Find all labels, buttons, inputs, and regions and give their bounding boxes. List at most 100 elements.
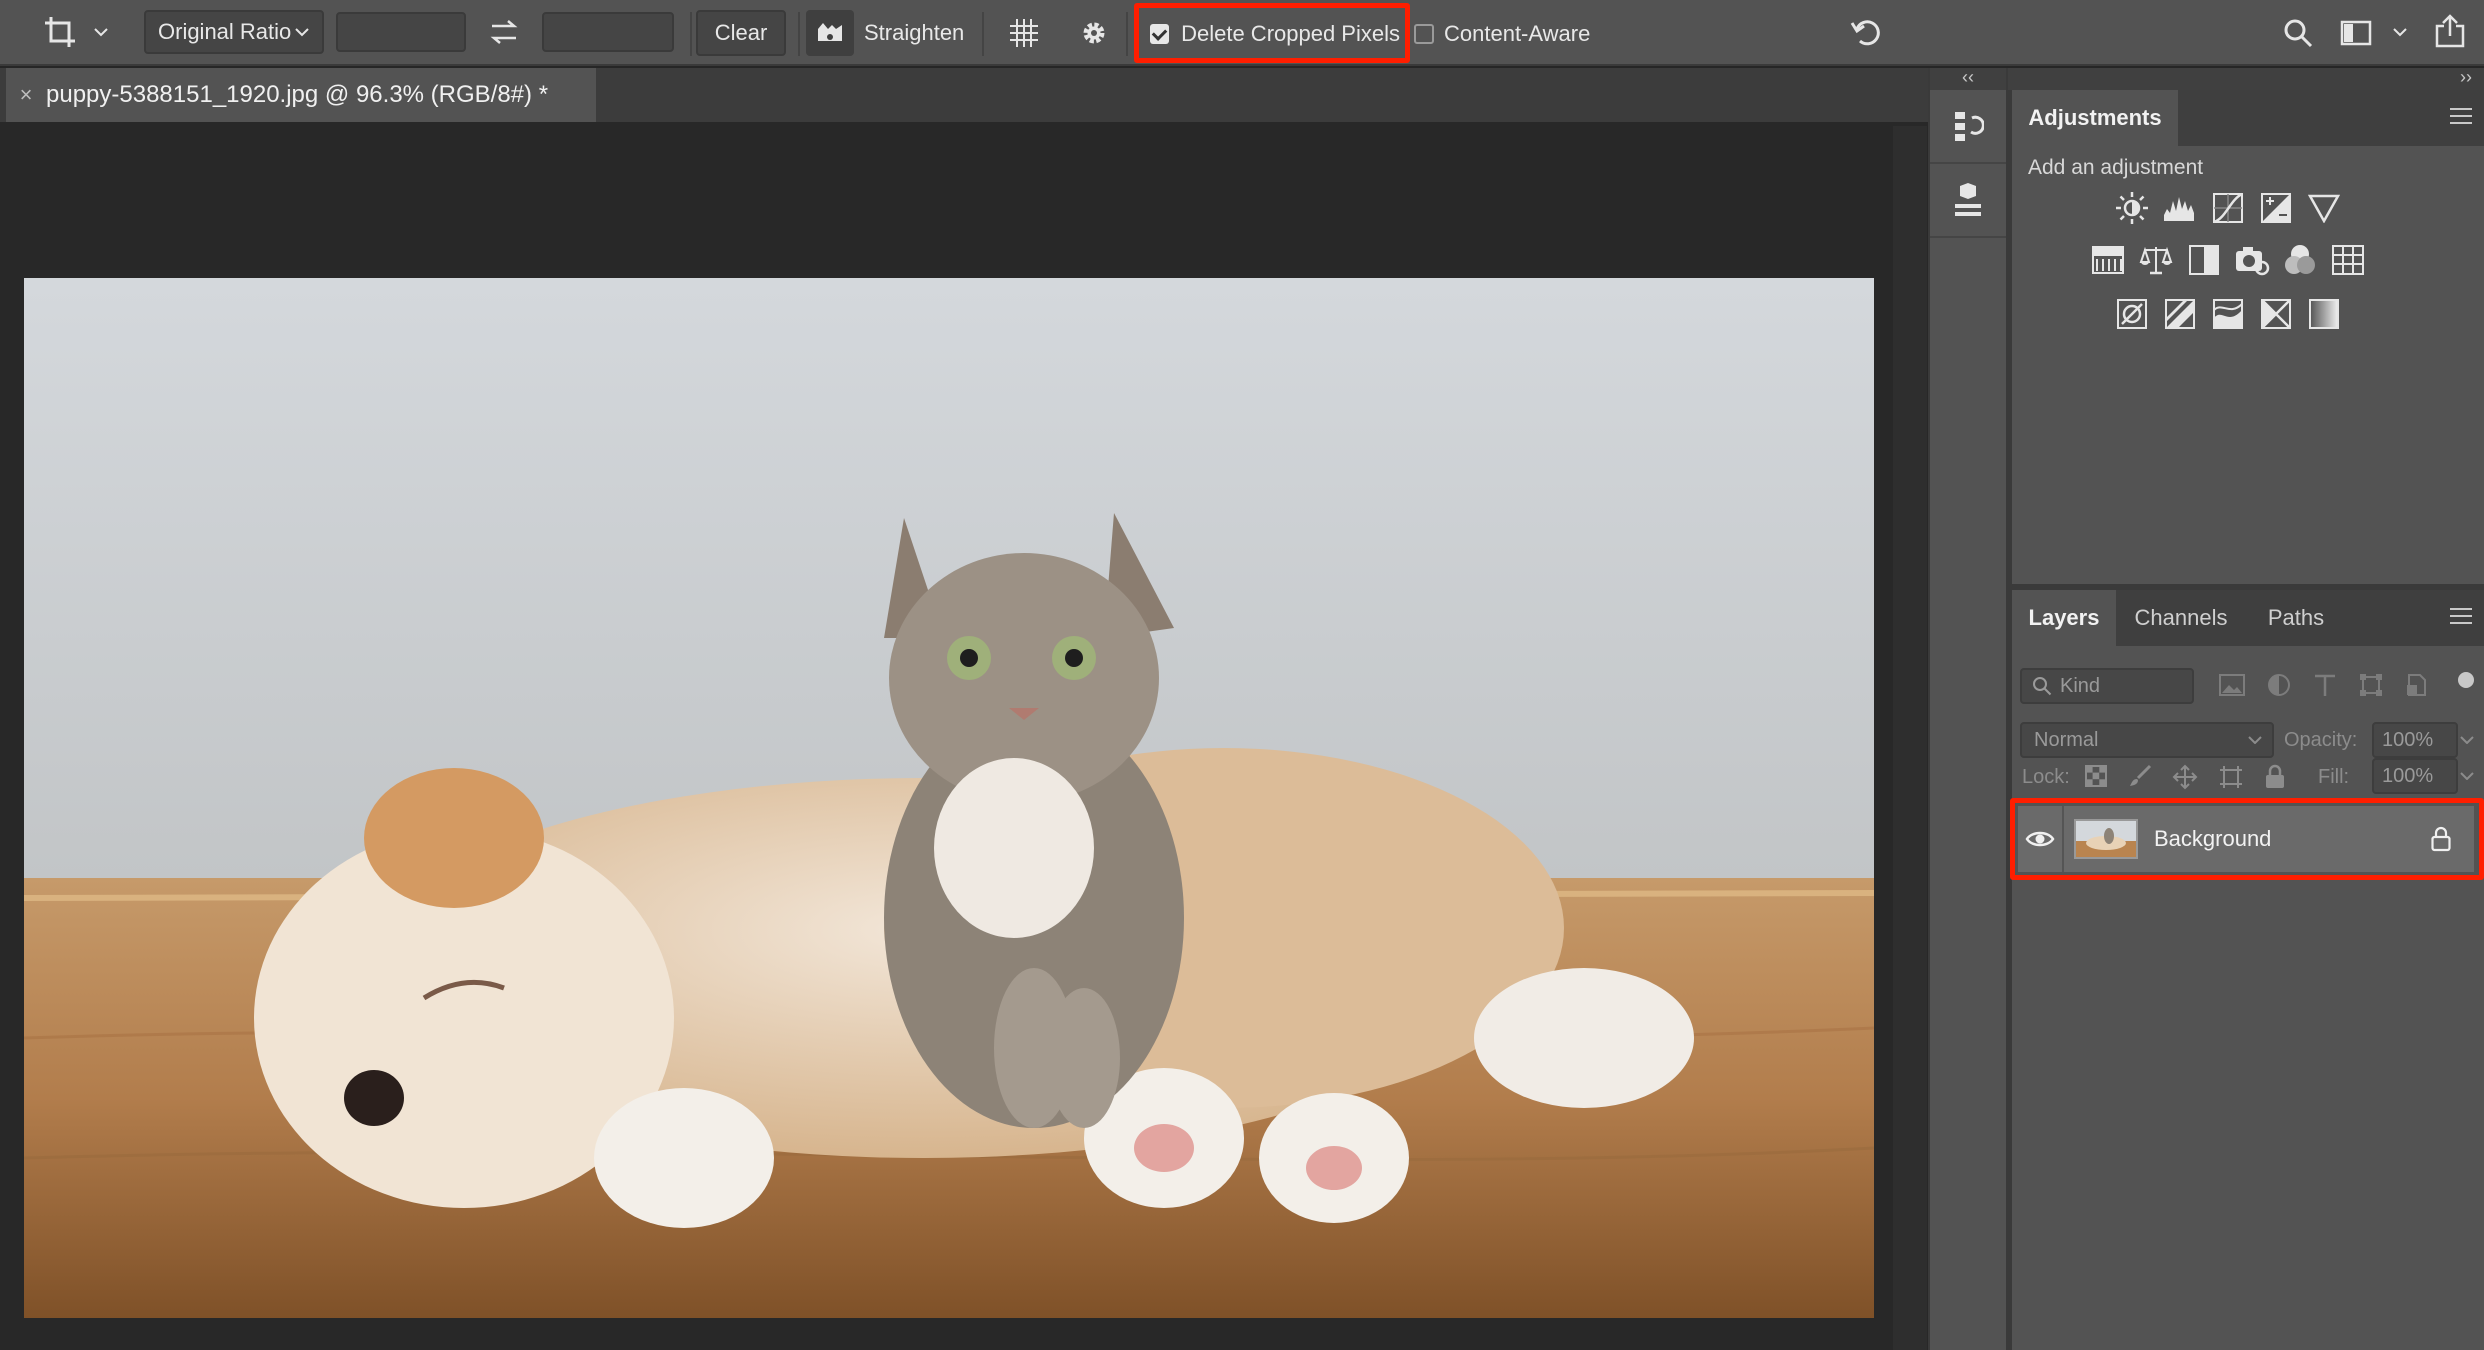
opacity-value: 100% bbox=[2382, 728, 2434, 751]
workspace-icon[interactable] bbox=[2336, 14, 2376, 52]
eye-icon[interactable] bbox=[2018, 806, 2064, 872]
checkbox-unchecked-icon bbox=[1414, 24, 1434, 44]
curves-icon[interactable] bbox=[2204, 184, 2252, 232]
brightness-contrast-icon[interactable] bbox=[2108, 184, 2156, 232]
panel-menu-icon[interactable] bbox=[2450, 108, 2472, 126]
layer-filter-value: Kind bbox=[2060, 674, 2101, 697]
ratio-select[interactable]: Original Ratio bbox=[144, 10, 324, 54]
threshold-icon[interactable] bbox=[2204, 290, 2252, 338]
lock-artboard-icon[interactable] bbox=[2218, 764, 2244, 790]
document-tab-bar: × puppy-5388151_1920.jpg @ 96.3% (RGB/8#… bbox=[0, 68, 1928, 122]
smart-object-filter-icon[interactable] bbox=[2404, 672, 2430, 698]
hue-saturation-icon[interactable] bbox=[2084, 236, 2132, 284]
layers-tab-bar: Layers Channels Paths bbox=[2012, 590, 2484, 646]
adjustment-row-1 bbox=[2108, 184, 2348, 232]
close-tab-icon[interactable]: × bbox=[6, 82, 46, 108]
lock-icon[interactable] bbox=[2430, 826, 2452, 852]
panel-icon-strip: ‹‹ bbox=[1928, 68, 2008, 1350]
pixel-layer-filter-icon[interactable] bbox=[2218, 672, 2246, 698]
gradient-map-icon[interactable] bbox=[2300, 290, 2348, 338]
ratio-select-value: Original Ratio bbox=[158, 19, 292, 44]
workspace-chevron-icon[interactable] bbox=[2388, 20, 2412, 44]
content-aware-label: Content-Aware bbox=[1444, 21, 1591, 46]
blend-mode-select[interactable]: Normal bbox=[2020, 722, 2274, 758]
checkbox-checked-icon bbox=[1150, 24, 1170, 44]
layer-filter-select[interactable]: Kind bbox=[2020, 668, 2194, 704]
divider bbox=[798, 12, 800, 56]
selective-color-icon[interactable] bbox=[2252, 290, 2300, 338]
blend-mode-value: Normal bbox=[2034, 728, 2099, 751]
shape-layer-filter-icon[interactable] bbox=[2358, 672, 2384, 698]
adjustments-panel: Adjustments Add an adjustment bbox=[2012, 90, 2484, 584]
panel-menu-icon[interactable] bbox=[2450, 608, 2472, 626]
height-input[interactable] bbox=[542, 12, 674, 52]
divider bbox=[982, 12, 984, 56]
document-tab[interactable]: × puppy-5388151_1920.jpg @ 96.3% (RGB/8#… bbox=[6, 68, 596, 122]
document-title: puppy-5388151_1920.jpg @ 96.3% (RGB/8#) … bbox=[46, 81, 549, 108]
tab-channels[interactable]: Channels bbox=[2116, 590, 2246, 646]
crop-icon[interactable] bbox=[40, 14, 80, 50]
type-layer-filter-icon[interactable] bbox=[2312, 672, 2338, 698]
tab-adjustments[interactable]: Adjustments bbox=[2012, 90, 2178, 146]
tab-layers[interactable]: Layers bbox=[2012, 590, 2116, 646]
chevron-down-icon bbox=[2248, 736, 2262, 744]
black-white-icon[interactable] bbox=[2180, 236, 2228, 284]
exposure-icon[interactable] bbox=[2252, 184, 2300, 232]
color-balance-icon[interactable] bbox=[2132, 236, 2180, 284]
collapse-left-button[interactable]: ‹‹ bbox=[1930, 68, 2006, 90]
chevron-down-icon[interactable] bbox=[2460, 736, 2474, 744]
history-panel-icon[interactable] bbox=[1930, 90, 2006, 164]
divider bbox=[690, 12, 692, 56]
channel-mixer-icon[interactable] bbox=[2276, 236, 2324, 284]
vibrance-icon[interactable] bbox=[2300, 184, 2348, 232]
width-input[interactable] bbox=[336, 12, 466, 52]
lock-pixels-icon[interactable] bbox=[2128, 764, 2152, 788]
adjustment-row-3 bbox=[2108, 290, 2348, 338]
search-icon bbox=[2033, 677, 2052, 696]
layer-filter-icons bbox=[2218, 672, 2430, 698]
filter-toggle-icon[interactable] bbox=[2458, 672, 2474, 688]
divider bbox=[1126, 12, 1128, 56]
fill-input[interactable]: 100% bbox=[2372, 758, 2458, 794]
clear-button-label: Clear bbox=[714, 20, 768, 45]
undo-icon[interactable] bbox=[1846, 12, 1886, 52]
chevron-down-icon bbox=[295, 28, 309, 37]
straighten-text: Straighten bbox=[864, 20, 965, 45]
lock-all-icon[interactable] bbox=[2264, 764, 2286, 790]
chevron-down-icon[interactable] bbox=[2460, 772, 2474, 780]
layer-thumbnail bbox=[2074, 819, 2138, 859]
levels-icon[interactable] bbox=[2156, 184, 2204, 232]
share-icon[interactable] bbox=[2428, 10, 2472, 52]
swap-arrows-icon[interactable] bbox=[482, 14, 526, 50]
photo-filter-icon[interactable] bbox=[2228, 236, 2276, 284]
delete-cropped-pixels-checkbox[interactable]: Delete Cropped Pixels bbox=[1150, 14, 1400, 54]
add-adjustment-label: Add an adjustment bbox=[2028, 156, 2204, 179]
lock-icons bbox=[2084, 764, 2286, 790]
collapse-right-button[interactable]: ›› bbox=[2008, 68, 2484, 90]
invert-icon[interactable] bbox=[2108, 290, 2156, 338]
layer-row-background[interactable]: Background bbox=[2018, 806, 2474, 872]
grid-overlay-icon[interactable] bbox=[1004, 14, 1044, 52]
vertical-scrollbar[interactable] bbox=[1893, 126, 1927, 1350]
straighten-label[interactable]: Straighten bbox=[864, 14, 970, 52]
tool-preset-chevron-icon[interactable] bbox=[92, 20, 110, 44]
level-icon[interactable] bbox=[806, 10, 854, 56]
opacity-input[interactable]: 100% bbox=[2372, 722, 2458, 758]
tab-paths[interactable]: Paths bbox=[2246, 590, 2346, 646]
posterize-icon[interactable] bbox=[2156, 290, 2204, 338]
adjustment-layer-filter-icon[interactable] bbox=[2266, 672, 2292, 698]
fill-value: 100% bbox=[2382, 764, 2434, 787]
gear-icon[interactable] bbox=[1074, 14, 1114, 52]
options-bar: Original Ratio Clear Straighten Delete C… bbox=[0, 0, 2484, 66]
opacity-label: Opacity: bbox=[2284, 729, 2358, 751]
right-panel-dock: ›› Adjustments Add an adjustment Layers … bbox=[2008, 68, 2484, 1350]
search-icon[interactable] bbox=[2278, 14, 2318, 52]
fill-label: Fill: bbox=[2318, 766, 2350, 788]
color-lookup-icon[interactable] bbox=[2324, 236, 2372, 284]
clear-button[interactable]: Clear bbox=[696, 10, 786, 56]
document-image[interactable] bbox=[24, 278, 1874, 1318]
content-aware-checkbox[interactable]: Content-Aware bbox=[1414, 14, 1614, 54]
lock-transparent-icon[interactable] bbox=[2084, 764, 2108, 788]
properties-3d-icon[interactable] bbox=[1930, 164, 2006, 238]
lock-position-icon[interactable] bbox=[2172, 764, 2198, 790]
